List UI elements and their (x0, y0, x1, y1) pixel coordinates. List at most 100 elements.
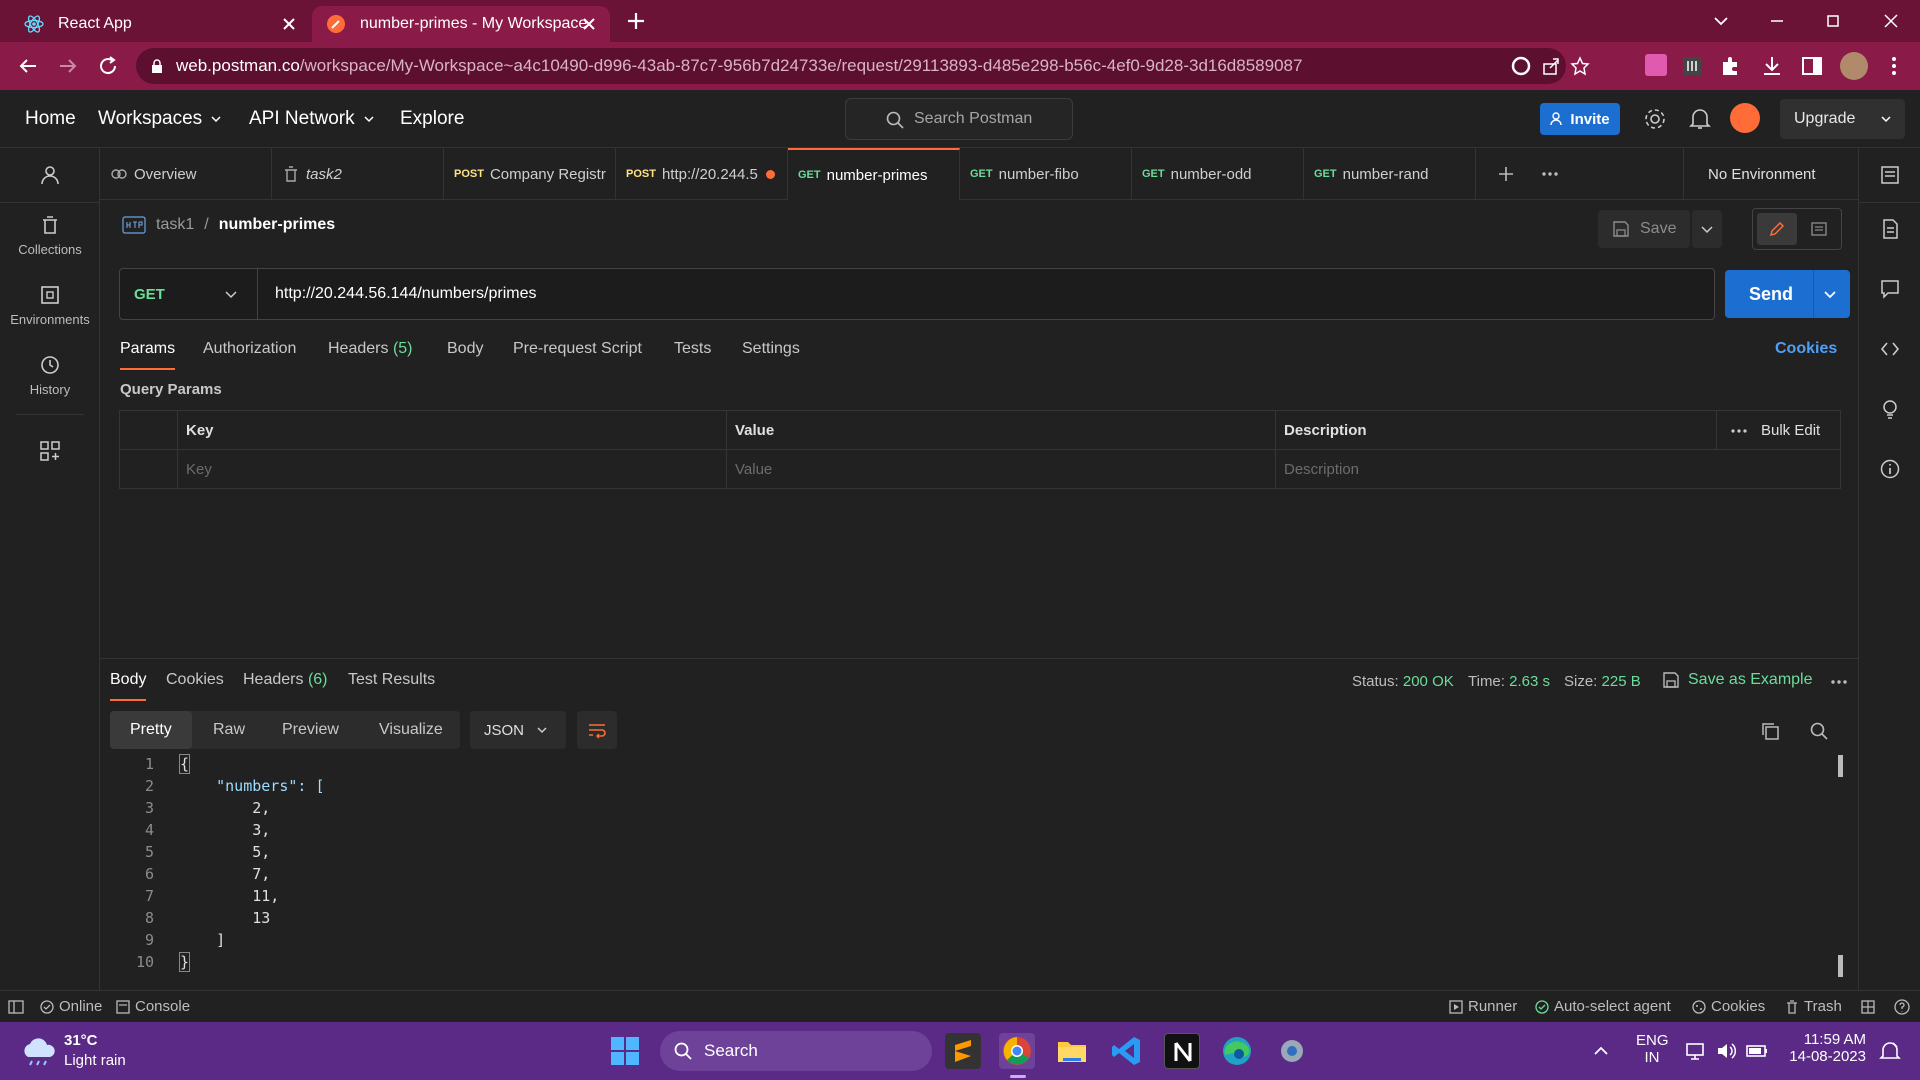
edge-icon[interactable] (1219, 1033, 1255, 1069)
download-icon[interactable] (1760, 54, 1784, 78)
user-avatar[interactable] (1730, 103, 1760, 133)
tab-body[interactable]: Body (447, 340, 483, 358)
help-icon[interactable] (1894, 999, 1910, 1015)
back-icon[interactable] (16, 54, 40, 78)
lightbulb-icon[interactable] (1879, 398, 1901, 420)
tab-post-url[interactable]: POST http://20.244.5 (616, 148, 788, 200)
cookies-button[interactable]: Cookies (1692, 998, 1765, 1015)
more-icon[interactable] (1830, 679, 1848, 685)
tab-search-chevron-icon[interactable] (1708, 8, 1734, 34)
comment-mode-icon[interactable] (1810, 221, 1828, 239)
info-icon[interactable] (1879, 458, 1901, 480)
documentation-icon[interactable] (1879, 218, 1901, 240)
notification-icon[interactable] (1878, 1039, 1902, 1063)
url-input[interactable]: web.postman.co/workspace/My-Workspace~a4… (136, 48, 1590, 84)
google-icon[interactable] (1511, 56, 1531, 76)
tab-company-registration[interactable]: POST Company Registr (444, 148, 616, 200)
weather-temp[interactable]: 31°C (64, 1032, 98, 1049)
file-explorer-icon[interactable] (1054, 1033, 1090, 1069)
sidebar-item-environments[interactable]: Environments (0, 284, 100, 327)
tab-number-rand[interactable]: GET number-rand (1304, 148, 1476, 200)
cookies-link[interactable]: Cookies (1775, 340, 1837, 358)
browser-tab-react-app[interactable]: React App (10, 6, 310, 42)
window-close-icon[interactable] (1878, 8, 1904, 34)
response-tab-headers[interactable]: Headers (6) (243, 671, 328, 689)
response-tab-test-results[interactable]: Test Results (348, 671, 435, 689)
more-tabs-icon[interactable] (1540, 164, 1560, 184)
vscode-icon[interactable] (1109, 1033, 1145, 1069)
bookmark-star-icon[interactable] (1570, 56, 1590, 76)
copy-icon[interactable] (1760, 721, 1780, 741)
notion-icon[interactable] (1164, 1033, 1200, 1069)
gear-icon[interactable] (1643, 107, 1667, 131)
clock[interactable]: 11:59 AM 14-08-2023 (1786, 1031, 1866, 1065)
code-icon[interactable] (1879, 338, 1901, 360)
size-value[interactable]: 225 B (1602, 673, 1641, 690)
chevron-up-icon[interactable] (1592, 1042, 1610, 1060)
save-as-example-button[interactable]: Save as Example (1662, 671, 1813, 689)
tab-params[interactable]: Params (120, 340, 176, 370)
tab-overview[interactable]: Overview (100, 148, 272, 200)
search-postman-input[interactable]: Search Postman (845, 98, 1073, 140)
response-tab-body[interactable]: Body (110, 671, 147, 701)
forward-icon[interactable] (56, 54, 80, 78)
configure-sidebar-icon[interactable] (39, 440, 61, 462)
save-options-button[interactable] (1692, 210, 1722, 248)
new-tab-icon[interactable] (625, 10, 647, 32)
chrome-icon[interactable] (999, 1033, 1035, 1069)
puzzle-icon[interactable] (1719, 54, 1743, 78)
nav-api-network[interactable]: API Network (249, 108, 375, 130)
volume-icon[interactable] (1715, 1040, 1737, 1062)
agent-select[interactable]: Auto-select agent (1535, 998, 1671, 1015)
taskbar-search[interactable]: Search (660, 1031, 932, 1071)
upgrade-button[interactable]: Upgrade (1780, 99, 1905, 139)
url-field[interactable]: http://20.244.56.144/numbers/primes (275, 285, 537, 303)
restore-icon[interactable] (1820, 8, 1846, 34)
windows-start-icon[interactable] (610, 1036, 640, 1066)
sublime-text-icon[interactable] (945, 1033, 981, 1069)
close-icon[interactable] (280, 15, 298, 33)
runner-button[interactable]: Runner (1449, 998, 1517, 1015)
wrap-lines-button[interactable] (577, 711, 617, 749)
online-status[interactable]: Online (40, 998, 102, 1015)
language-select[interactable]: JSON (470, 711, 566, 749)
format-visualize[interactable]: Visualize (379, 721, 443, 739)
chevron-down-icon[interactable] (1823, 287, 1837, 301)
bulk-edit-button[interactable]: Bulk Edit (1761, 411, 1820, 450)
breadcrumb-request[interactable]: number-primes (219, 216, 335, 234)
profile-avatar[interactable] (1840, 52, 1868, 80)
browser-tab-postman[interactable]: number-primes - My Workspace (312, 6, 610, 42)
console-button[interactable]: Console (116, 998, 190, 1015)
invite-button[interactable]: Invite (1540, 103, 1620, 135)
description-input[interactable]: Description (1275, 449, 1841, 489)
tab-number-primes[interactable]: GET number-primes (788, 148, 960, 200)
search-icon[interactable] (1809, 721, 1829, 741)
sidebar-toggle-icon[interactable] (8, 1000, 24, 1014)
reload-icon[interactable] (96, 54, 120, 78)
tab-number-odd[interactable]: GET number-odd (1132, 148, 1304, 200)
tab-number-fibo[interactable]: GET number-fibo (960, 148, 1132, 200)
format-pretty[interactable]: Pretty (110, 711, 192, 749)
more-icon[interactable] (1731, 428, 1747, 434)
close-icon[interactable] (580, 15, 598, 33)
send-button[interactable]: Send (1725, 270, 1850, 318)
response-body-editor[interactable]: 1 2 3 4 5 6 7 8 9 10 { "numbers": [ 2, 3… (100, 754, 1858, 985)
user-icon[interactable] (39, 164, 61, 186)
layout-icon[interactable] (1861, 1000, 1875, 1014)
tab-headers[interactable]: Headers (5) (328, 340, 413, 358)
add-tab-icon[interactable] (1496, 164, 1516, 184)
scrollbar-top[interactable] (1838, 755, 1843, 777)
sidebar-item-history[interactable]: History (0, 354, 100, 397)
edit-mode-button[interactable] (1757, 213, 1797, 245)
tab-pre-request-script[interactable]: Pre-request Script (513, 340, 642, 358)
sidebar-item-collections[interactable]: Collections (0, 214, 100, 257)
value-input[interactable]: Value (726, 449, 1276, 489)
tab-task2[interactable]: task2 (272, 148, 444, 200)
save-button[interactable]: Save (1598, 210, 1690, 248)
environment-select[interactable]: No Environment (1683, 148, 1920, 200)
trash-button[interactable]: Trash (1785, 998, 1842, 1015)
response-tab-cookies[interactable]: Cookies (166, 671, 224, 689)
time-value[interactable]: 2.63 s (1509, 673, 1550, 690)
equalizer-icon[interactable] (1680, 54, 1704, 78)
tab-authorization[interactable]: Authorization (203, 340, 296, 358)
